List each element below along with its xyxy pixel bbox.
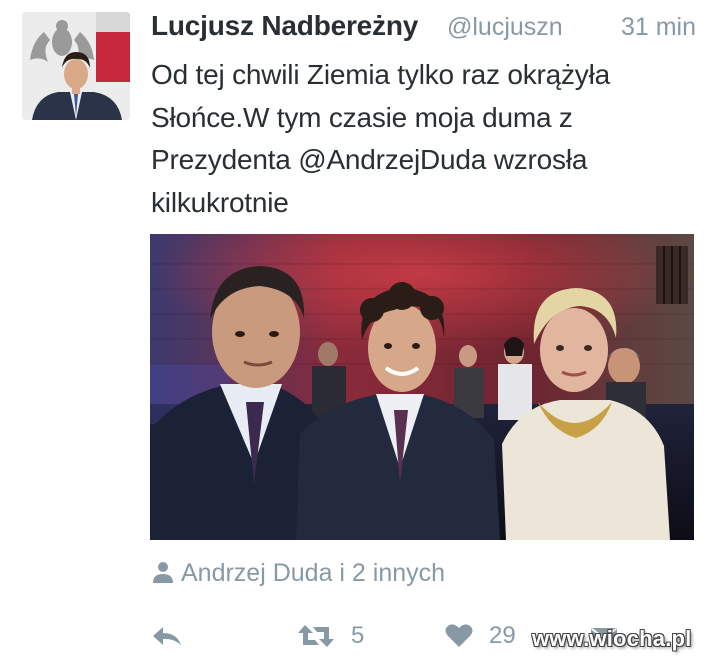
reply-icon bbox=[153, 627, 181, 645]
retweet-button[interactable]: 5 bbox=[297, 616, 364, 656]
avatar[interactable] bbox=[22, 12, 130, 120]
photo-image bbox=[150, 234, 694, 540]
tweet-text-line: kilkukrotnie bbox=[151, 186, 289, 218]
retweet-icon bbox=[298, 625, 334, 647]
watermark: www.wiocha.pl bbox=[532, 626, 692, 651]
timestamp[interactable]: 31 min bbox=[621, 13, 696, 42]
tweet-photo[interactable] bbox=[150, 234, 694, 540]
like-button[interactable]: 29 bbox=[445, 616, 516, 656]
username-handle[interactable]: @lucjuszn bbox=[447, 13, 563, 42]
tweet-text-line: Słońce.W tym czasie moja duma z bbox=[151, 101, 573, 133]
reply-button[interactable] bbox=[151, 616, 183, 656]
like-count: 29 bbox=[489, 622, 516, 649]
tweet-text: Od tej chwili Ziemia tylko raz okrążyła … bbox=[151, 54, 696, 224]
tweet[interactable]: Lucjusz Nadbereżny @lucjuszn 31 min Od t… bbox=[0, 0, 715, 668]
person-icon bbox=[151, 560, 175, 584]
tagged-people[interactable]: Andrzej Duda i 2 innych bbox=[151, 559, 445, 593]
tweet-header: Lucjusz Nadbereżny @lucjuszn 31 min bbox=[151, 10, 696, 46]
tweet-text-line: Od tej chwili Ziemia tylko raz okrążyła bbox=[151, 59, 610, 90]
tagged-text: Andrzej Duda i 2 innych bbox=[181, 559, 446, 587]
tweet-text-line: Prezydenta @AndrzejDuda wzrosła bbox=[151, 144, 588, 175]
heart-icon bbox=[445, 624, 473, 647]
avatar-image bbox=[22, 12, 130, 120]
retweet-count: 5 bbox=[351, 622, 365, 649]
display-name[interactable]: Lucjusz Nadbereżny bbox=[151, 10, 418, 42]
